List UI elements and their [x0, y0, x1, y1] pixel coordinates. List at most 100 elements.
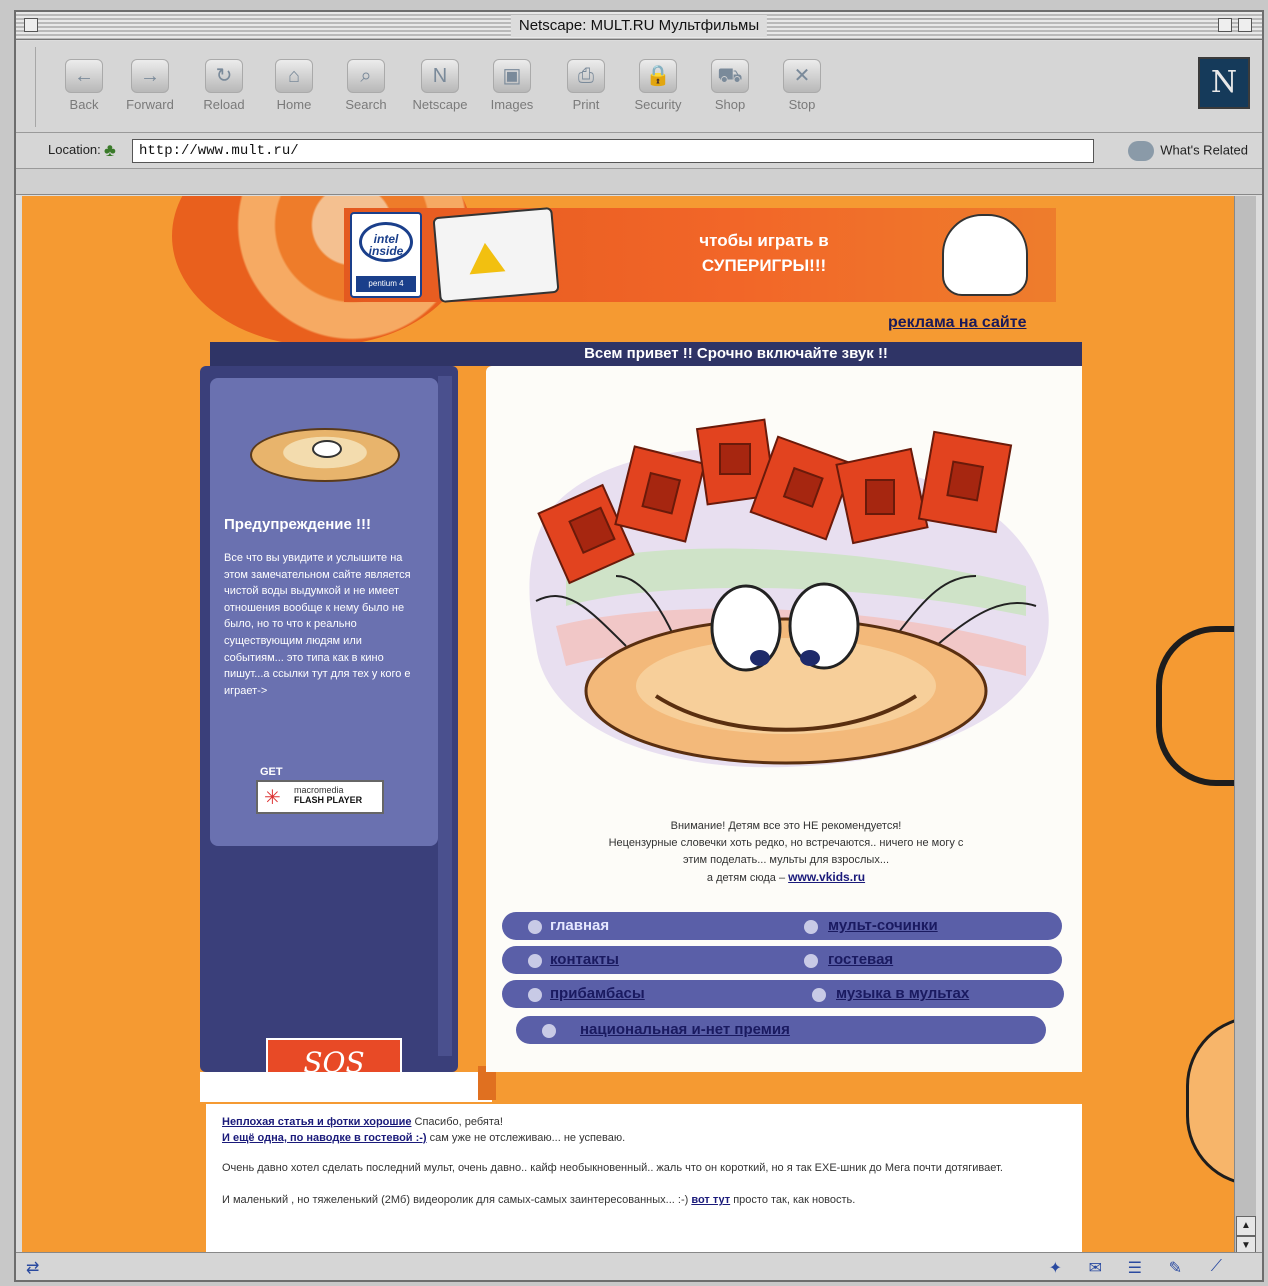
- video-link[interactable]: вот тут: [691, 1194, 730, 1206]
- location-input[interactable]: http://www.mult.ru/: [132, 139, 1094, 163]
- cartoon-illustration: [529, 418, 1049, 768]
- main-panel: Внимание! Детям все это НЕ рекомендуется…: [486, 366, 1082, 1072]
- nav-contacts[interactable]: контакты: [550, 951, 619, 968]
- search-button[interactable]: ⌕ Search: [334, 59, 398, 121]
- computer-box-icon: [432, 206, 560, 304]
- component-bar-composer-icon[interactable]: ✎: [1169, 1258, 1182, 1278]
- nav-extras[interactable]: прибамбасы: [550, 985, 645, 1002]
- nav-bullet-icon: [804, 920, 818, 934]
- zoom-box[interactable]: [1218, 18, 1232, 32]
- flash-name: FLASH PLAYER: [294, 795, 363, 805]
- face-eyes: [312, 440, 342, 458]
- notice-line1: Внимание! Детям все это НЕ рекомендуется…: [670, 820, 902, 832]
- banner-text-line2: СУПЕРИГРЫ!!!: [701, 256, 827, 275]
- vkids-link[interactable]: www.vkids.ru: [788, 870, 865, 884]
- netscape-button[interactable]: N Netscape: [408, 59, 472, 121]
- search-icon: ⌕: [347, 59, 385, 93]
- nav-bullet-icon: [528, 920, 542, 934]
- article-link[interactable]: Неплохая статья и фотки хорошие: [222, 1116, 411, 1128]
- connection-status-icon[interactable]: ⇄: [26, 1258, 39, 1278]
- images-label: Images: [490, 97, 534, 112]
- news-line-1: Неплохая статья и фотки хорошие Спасибо,…: [222, 1116, 503, 1128]
- component-bar-mail-icon[interactable]: ✉: [1089, 1258, 1102, 1278]
- nav-award[interactable]: национальная и-нет премия: [580, 1021, 790, 1038]
- location-label: Location:: [48, 142, 101, 157]
- scroll-up-arrow-icon[interactable]: ▲: [1236, 1216, 1256, 1236]
- search-label: Search: [345, 97, 387, 112]
- netscape-logo-icon[interactable]: N: [1198, 57, 1250, 109]
- toolbar-grip[interactable]: [22, 47, 36, 127]
- nav-music[interactable]: музыка в мультах: [836, 985, 969, 1002]
- age-notice: Внимание! Детям все это НЕ рекомендуется…: [506, 818, 1066, 887]
- banner-text-line1: чтобы играть в: [699, 231, 829, 250]
- security-label: Security: [634, 97, 682, 112]
- reload-icon: ↻: [205, 59, 243, 93]
- greeting-bar: Всем привет !! Срочно включайте звук !!: [210, 342, 1082, 366]
- stop-button[interactable]: ✕ Stop: [770, 59, 834, 121]
- reload-button[interactable]: ↻ Reload: [192, 59, 256, 121]
- title-bar[interactable]: Netscape: MULT.RU Мультфильмы: [16, 12, 1262, 40]
- sidebar-edge: [438, 376, 452, 1056]
- whats-related-label: What's Related: [1160, 142, 1248, 158]
- back-label: Back: [69, 97, 99, 112]
- location-bar: Location: ♣ http://www.mult.ru/ What's R…: [16, 133, 1262, 169]
- home-button[interactable]: ⌂ Home: [262, 59, 326, 121]
- nav-bullet-icon: [542, 1024, 556, 1038]
- right-eye: [788, 582, 860, 670]
- component-bar-navigator-icon[interactable]: ✦: [1049, 1258, 1062, 1278]
- netscape-label: Netscape: [412, 97, 468, 112]
- get-flash-player-button[interactable]: ✳ macromedia FLASH PLAYER: [256, 780, 384, 814]
- cartoon-cat-icon: [942, 214, 1028, 296]
- window-title: Netscape: MULT.RU Мультфильмы: [510, 15, 768, 37]
- reload-label: Reload: [203, 97, 245, 112]
- nav-bullet-icon: [528, 954, 542, 968]
- warning-box: Предупреждение !!! Все что вы увидите и …: [210, 378, 438, 846]
- nav-cartoons[interactable]: мульт-сочинки: [828, 917, 938, 934]
- print-label: Print: [572, 97, 600, 112]
- notice-line3: этим поделать... мульты для взрослых...: [682, 854, 890, 866]
- nav-main[interactable]: главная: [550, 917, 609, 934]
- shop-label: Shop: [714, 97, 746, 112]
- nav-guestbook[interactable]: гостевая: [828, 951, 893, 968]
- security-button[interactable]: 🔒 Security: [626, 59, 690, 121]
- page-proxy-icon[interactable]: ♣: [104, 140, 124, 160]
- component-bar-news-icon[interactable]: ☰: [1128, 1258, 1142, 1278]
- nav-row-3: прибамбасы музыка в мультах: [502, 980, 1064, 1008]
- print-button[interactable]: ⎙ Print: [554, 59, 618, 121]
- news-paragraph-2: Очень давно хотел сделать последний муль…: [222, 1162, 1003, 1174]
- left-sidebar: Предупреждение !!! Все что вы увидите и …: [200, 366, 458, 1152]
- notice-line4: а детям сюда – www.vkids.ru: [706, 870, 866, 884]
- close-box[interactable]: [24, 18, 38, 32]
- warning-title: Предупреждение !!!: [224, 516, 371, 533]
- advertise-link[interactable]: реклама на сайте: [888, 314, 1026, 332]
- nav-row-1: главная мульт-сочинки: [502, 912, 1062, 940]
- home-icon: ⌂: [275, 59, 313, 93]
- forward-button[interactable]: → Forward: [118, 59, 182, 121]
- home-label: Home: [276, 97, 312, 112]
- cartoon-edge-decoration: [1186, 1016, 1236, 1186]
- banner-text: чтобы играть в СУПЕРИГРЫ!!!: [654, 228, 874, 278]
- shop-button[interactable]: ⛟ Shop: [698, 59, 762, 121]
- vertical-scrollbar[interactable]: ▲ ▼: [1234, 196, 1256, 1256]
- cartoon-face-small-icon: [250, 428, 400, 482]
- netscape-icon: N: [421, 59, 459, 93]
- flash-star-icon: ✳: [264, 787, 281, 809]
- navigation-toolbar: ← Back → Forward ↻ Reload ⌂ Home ⌕ Searc…: [16, 41, 1262, 133]
- pentium-label: pentium 4: [356, 276, 416, 292]
- whats-related-button[interactable]: What's Related: [1128, 141, 1248, 161]
- collapse-box[interactable]: [1238, 18, 1252, 32]
- get-flash-label: GET: [260, 766, 283, 778]
- back-button[interactable]: ← Back: [52, 59, 116, 121]
- warning-text: Все что вы увидите и услышите на этом за…: [224, 552, 411, 697]
- resize-grip-icon[interactable]: ⟋: [1211, 1258, 1222, 1276]
- flash-brand: macromedia: [294, 785, 344, 795]
- images-icon: ▣: [493, 59, 531, 93]
- guestbook-tip-link[interactable]: И ещё одна, по наводке в гостевой :-): [222, 1132, 427, 1144]
- intel-inside-logo: intel inside pentium 4: [350, 212, 422, 298]
- browser-window: Netscape: MULT.RU Мультфильмы ← Back → F…: [14, 10, 1264, 1282]
- ad-banner[interactable]: intel inside pentium 4 чтобы играть в СУП…: [344, 206, 1056, 304]
- right-pupil: [800, 650, 820, 666]
- left-pupil: [750, 650, 770, 666]
- images-button[interactable]: ▣ Images: [480, 59, 544, 121]
- nav-bullet-icon: [528, 988, 542, 1002]
